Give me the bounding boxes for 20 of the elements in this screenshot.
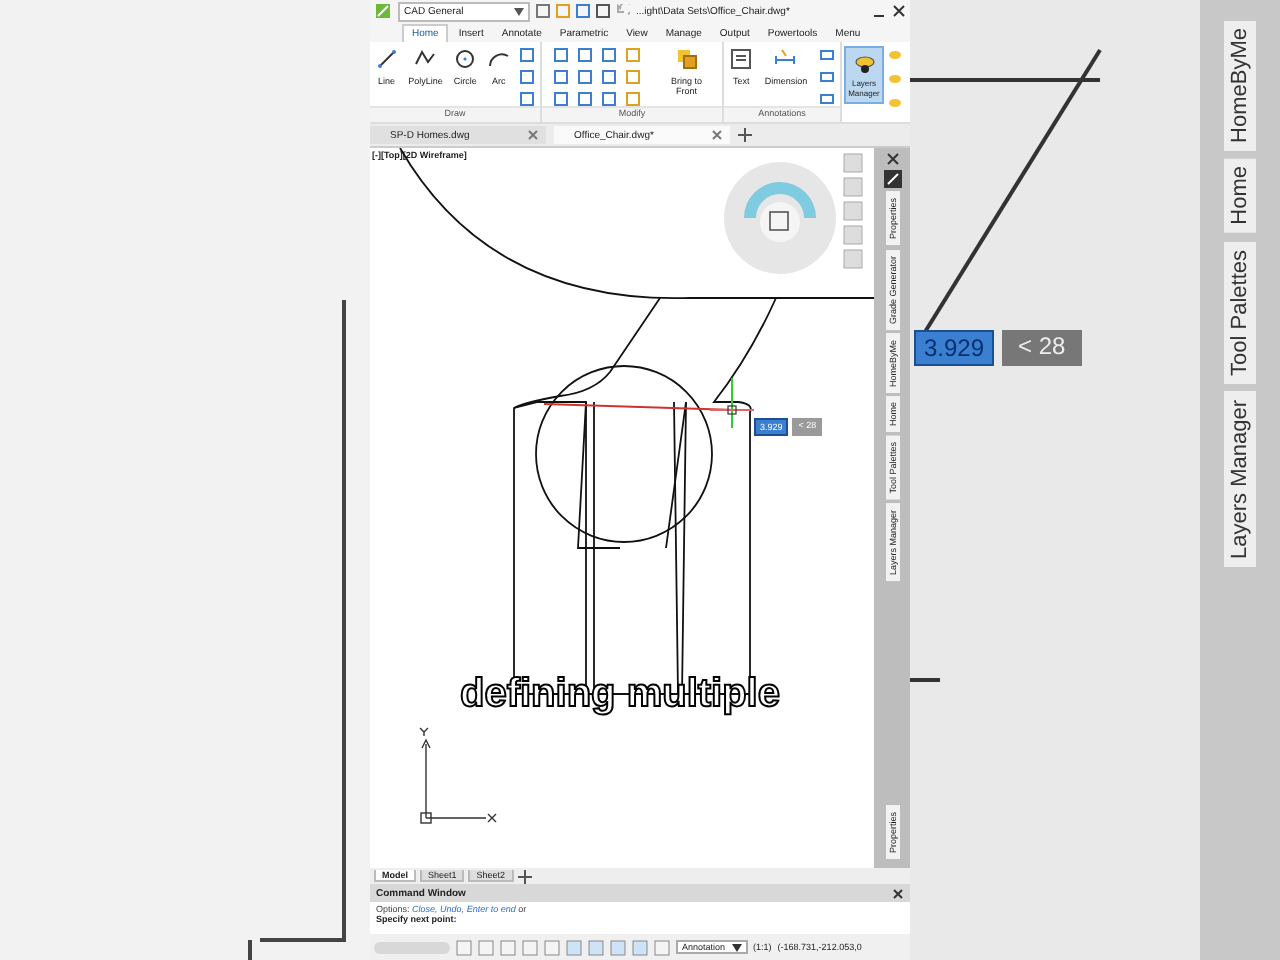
blurred-angle-field: < 28	[1002, 330, 1082, 366]
add-tab-icon[interactable]	[738, 128, 752, 142]
tool-icon[interactable]	[730, 48, 753, 70]
pin-icon[interactable]	[883, 170, 901, 188]
layers-icon	[853, 54, 875, 74]
caret-icon	[514, 7, 524, 15]
blurred-input-field: 3.929	[914, 330, 995, 366]
close-icon[interactable]	[892, 4, 906, 18]
close-icon[interactable]	[892, 887, 904, 899]
ucs-icon	[419, 727, 497, 824]
close-icon[interactable]	[885, 152, 899, 166]
add-tab-icon[interactable]	[517, 869, 532, 883]
tool-icon[interactable]	[454, 48, 477, 70]
caret-icon	[731, 943, 742, 951]
cursor-crosshair-icon	[709, 377, 755, 429]
tool-icon[interactable]	[487, 48, 510, 70]
tool-icon[interactable]	[375, 48, 398, 70]
tool-icon[interactable]	[414, 48, 437, 70]
blurred-field	[374, 941, 450, 953]
undo-icon[interactable]	[616, 4, 630, 18]
